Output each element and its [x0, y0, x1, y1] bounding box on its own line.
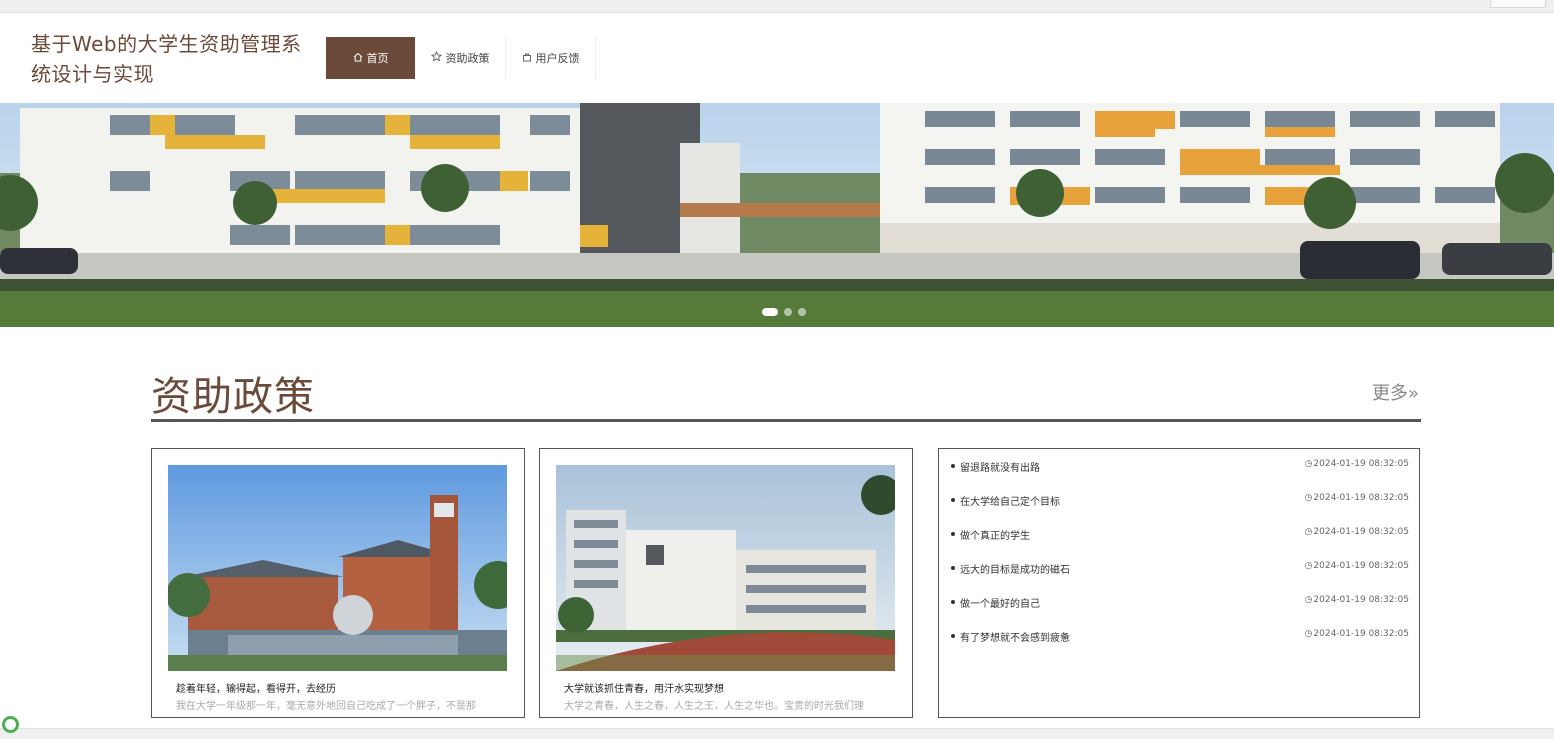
card-image	[556, 465, 895, 671]
list-item-title: 做个真正的学生	[960, 531, 1030, 542]
site-header: 基于Web的大学生资助管理系统设计与实现 首页 资助政策 用户反馈	[0, 13, 1554, 103]
policy-card[interactable]: 大学就该抓住青春，用汗水实现梦想 大学之青春，人生之春，人生之王，人生之华也。宝…	[539, 448, 913, 718]
nav-item-label: 用户反馈	[535, 52, 580, 65]
list-item-title: 远大的目标是成功的磁石	[960, 565, 1070, 576]
nav-item-feedback[interactable]: 用户反馈	[506, 37, 596, 79]
star-icon	[430, 50, 442, 65]
horizontal-scrollbar[interactable]	[0, 728, 1554, 739]
carousel-dot-1[interactable]	[762, 308, 778, 316]
clock-icon: ◷	[1304, 561, 1313, 571]
section-header: 资助政策 更多»	[151, 362, 1421, 422]
bullet-icon	[951, 464, 955, 468]
list-item-title: 有了梦想就不会感到疲惫	[960, 633, 1070, 644]
nav-item-policy[interactable]: 资助政策	[415, 37, 506, 79]
list-item[interactable]: 在大学给自己定个目标 ◷2024-01-19 08:32:05	[951, 493, 1409, 508]
list-item-time: ◷2024-01-19 08:32:05	[1304, 561, 1409, 571]
card-desc: 大学之青春，人生之春，人生之王，人生之华也。宝贵的时光我们理	[564, 701, 864, 712]
card-desc: 我在大学一年级那一年，毫无意外地回自己吃成了一个胖子，不是那	[176, 701, 476, 712]
clock-icon: ◷	[1304, 527, 1313, 537]
news-list: 留退路就没有出路 ◷2024-01-19 08:32:05 在大学给自己定个目标…	[938, 448, 1420, 718]
clock-icon: ◷	[1304, 459, 1313, 469]
list-item[interactable]: 留退路就没有出路 ◷2024-01-19 08:32:05	[951, 459, 1409, 474]
bullet-icon	[951, 600, 955, 604]
browser-top-strip	[0, 0, 1554, 13]
card-title: 大学就该抓住青春，用汗水实现梦想	[564, 684, 724, 695]
nav-item-home[interactable]: 首页	[326, 37, 415, 79]
list-item-time: ◷2024-01-19 08:32:05	[1304, 595, 1409, 605]
bag-icon	[522, 52, 532, 65]
banner-campus-image	[0, 103, 1554, 327]
list-item[interactable]: 有了梦想就不会感到疲惫 ◷2024-01-19 08:32:05	[951, 629, 1409, 644]
list-item-time: ◷2024-01-19 08:32:05	[1304, 629, 1409, 639]
bullet-icon	[951, 634, 955, 638]
home-icon	[353, 52, 363, 65]
list-item-title: 做一个最好的自己	[960, 599, 1040, 610]
carousel-indicators	[762, 308, 806, 316]
bullet-icon	[951, 566, 955, 570]
more-link[interactable]: 更多»	[1372, 379, 1419, 405]
list-item[interactable]: 做一个最好的自己 ◷2024-01-19 08:32:05	[951, 595, 1409, 610]
corner-button[interactable]	[1490, 0, 1546, 8]
carousel-dot-2[interactable]	[784, 308, 792, 316]
card-image	[168, 465, 507, 671]
carousel-dot-3[interactable]	[798, 308, 806, 316]
bullet-icon	[951, 532, 955, 536]
hero-banner[interactable]	[0, 103, 1554, 327]
list-item-title: 在大学给自己定个目标	[960, 497, 1060, 508]
nav-item-label: 首页	[366, 52, 389, 65]
clock-icon: ◷	[1304, 629, 1313, 639]
section-title: 资助政策	[151, 374, 315, 420]
clock-icon: ◷	[1304, 493, 1313, 503]
card-title: 趁着年轻，输得起，看得开，去经历	[176, 684, 336, 695]
list-item-time: ◷2024-01-19 08:32:05	[1304, 459, 1409, 469]
main-nav: 首页 资助政策 用户反馈	[326, 37, 596, 79]
clock-icon: ◷	[1304, 595, 1313, 605]
list-item[interactable]: 远大的目标是成功的磁石 ◷2024-01-19 08:32:05	[951, 561, 1409, 576]
floating-assist-icon[interactable]	[2, 716, 19, 733]
list-item-time: ◷2024-01-19 08:32:05	[1304, 493, 1409, 503]
bullet-icon	[951, 498, 955, 502]
policy-card[interactable]: 趁着年轻，输得起，看得开，去经历 我在大学一年级那一年，毫无意外地回自己吃成了一…	[151, 448, 525, 718]
nav-item-label: 资助政策	[445, 52, 490, 65]
list-item-title: 留退路就没有出路	[960, 463, 1040, 474]
list-item[interactable]: 做个真正的学生 ◷2024-01-19 08:32:05	[951, 527, 1409, 542]
site-title: 基于Web的大学生资助管理系统设计与实现	[31, 32, 302, 86]
list-item-time: ◷2024-01-19 08:32:05	[1304, 527, 1409, 537]
